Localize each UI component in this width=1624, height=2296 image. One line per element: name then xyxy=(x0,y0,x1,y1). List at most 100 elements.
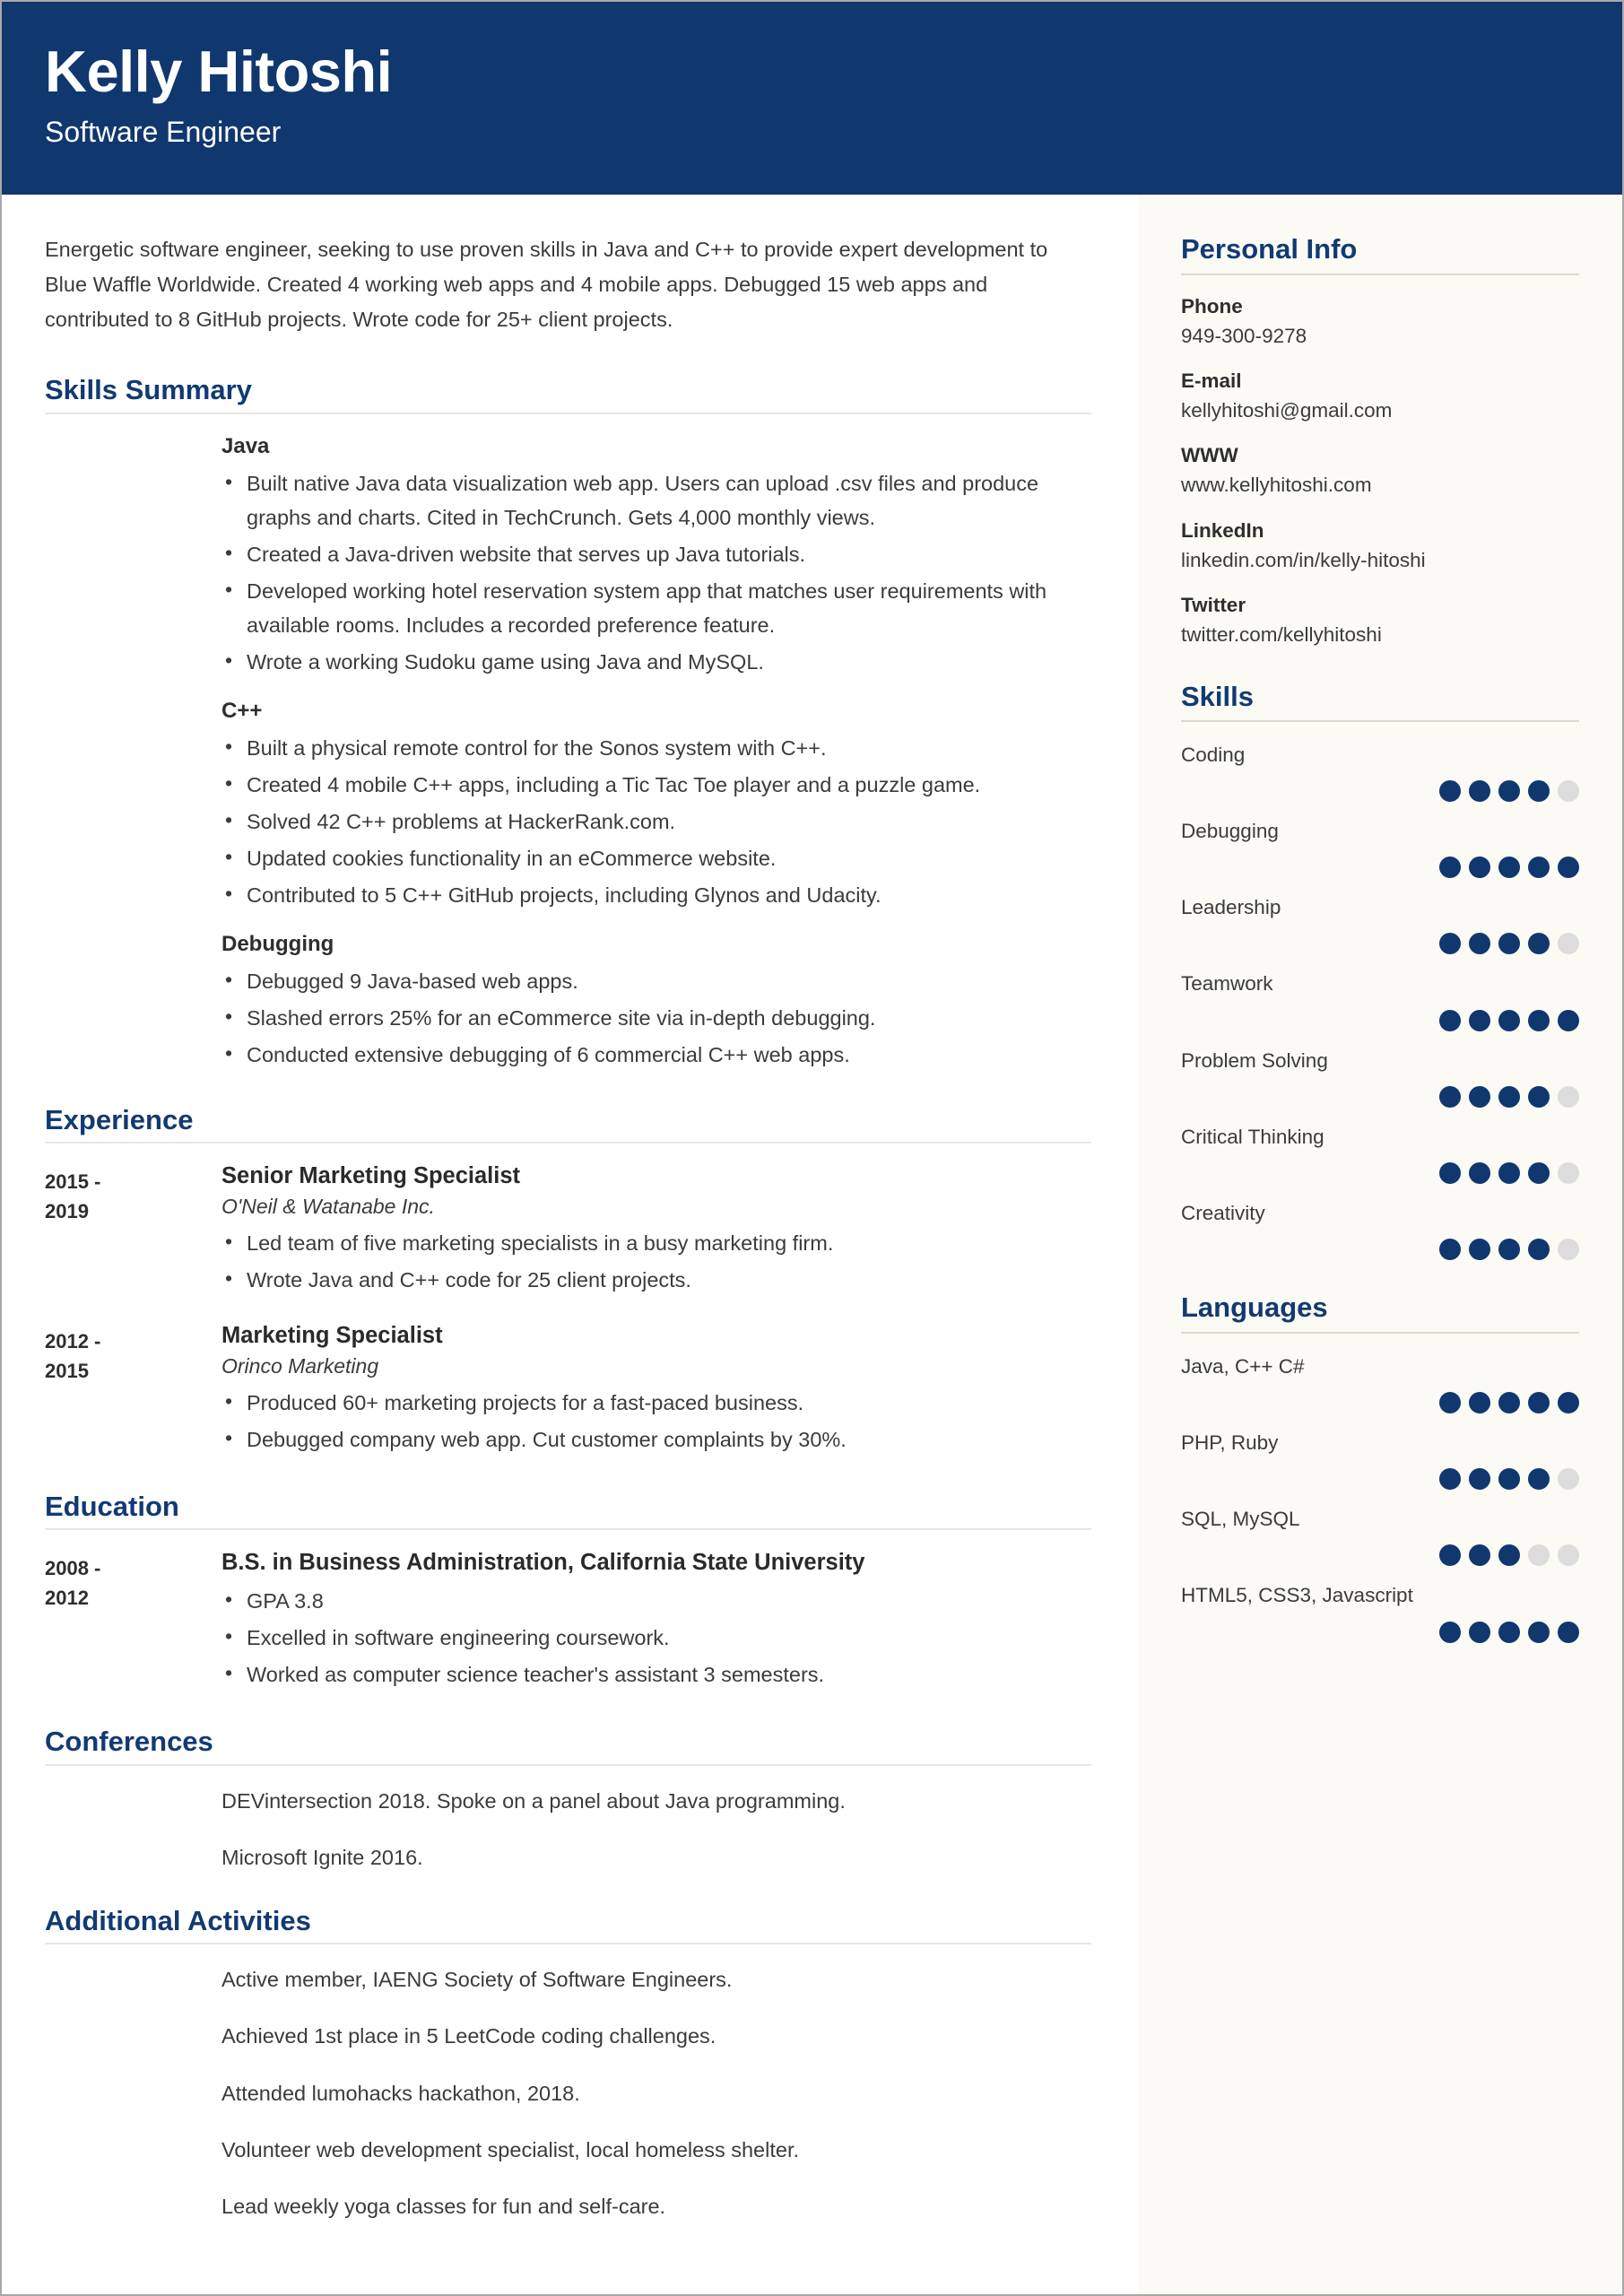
bullet-item: Created a Java-driven website that serve… xyxy=(221,536,1091,571)
skill-rating-row: Leadership xyxy=(1181,894,1579,955)
personal-info-label: E-mail xyxy=(1181,370,1242,392)
rating-dot-filled xyxy=(1469,1621,1490,1643)
rating-dot-filled xyxy=(1439,1468,1461,1491)
rating-dot-filled xyxy=(1439,1085,1461,1108)
rating-dot-empty xyxy=(1558,1085,1579,1108)
rating-dot-filled xyxy=(1558,857,1579,879)
main-column: Energetic software engineer, seeking to … xyxy=(2,195,1138,2294)
rating-dot-filled xyxy=(1469,1544,1490,1567)
rating-dot-filled xyxy=(1469,1391,1490,1413)
rating-dot-filled xyxy=(1498,1085,1520,1108)
skill-group-name: Java xyxy=(221,433,270,458)
rating-dot-filled xyxy=(1439,1009,1461,1031)
entry-body: Senior Marketing Specialist O'Neil & Wata… xyxy=(221,1163,1091,1300)
sidebar: Personal Info Phone 949-300-9278 E-mail kel… xyxy=(1138,195,1622,2294)
rating-dot-empty xyxy=(1558,933,1579,955)
rating-dot-filled xyxy=(1528,857,1550,879)
bullet-item: Excelled in software engineering coursew… xyxy=(221,1620,1091,1655)
skill-group: C++ Built a physical remote control for t… xyxy=(45,699,1091,912)
activity-item: Attended lumohacks hackathon, 2018. xyxy=(221,2081,580,2105)
rating-dot-filled xyxy=(1498,1162,1520,1185)
bullet-item: Developed working hotel reservation syst… xyxy=(221,573,1091,642)
rating-dot-filled xyxy=(1558,1621,1579,1643)
rating-dot-empty xyxy=(1558,779,1579,802)
rating-dot-filled xyxy=(1439,857,1461,879)
section-skills-summary: Skills Summary Java Built native Java dat… xyxy=(45,373,1091,1072)
sidebar-section-divider xyxy=(1181,719,1579,722)
personal-info-value: 949-300-9278 xyxy=(1181,324,1307,347)
entry-company: O'Neil & Watanabe Inc. xyxy=(221,1194,435,1218)
rating-dot-filled xyxy=(1439,1391,1461,1413)
rating-dot-filled xyxy=(1498,857,1520,879)
rating-label: HTML5, CSS3, Javascript xyxy=(1181,1584,1413,1607)
candidate-name: Kelly Hitoshi xyxy=(45,39,393,104)
skill-group-name: C++ xyxy=(221,699,263,723)
section-divider xyxy=(45,1141,1091,1144)
skill-rating-row: Debugging xyxy=(1181,818,1579,879)
personal-info-label: LinkedIn xyxy=(1181,518,1264,542)
section-title: Additional Activities xyxy=(45,1905,311,1936)
rating-dot-empty xyxy=(1558,1544,1579,1567)
rating-dot-filled xyxy=(1528,1239,1550,1261)
rating-dot-filled xyxy=(1439,1239,1461,1261)
language-rating-row: HTML5, CSS3, Javascript xyxy=(1181,1582,1579,1643)
rating-label: Critical Thinking xyxy=(1181,1125,1324,1148)
rating-dots xyxy=(1181,1391,1579,1413)
rating-dot-filled xyxy=(1469,1085,1490,1108)
rating-dots xyxy=(1181,857,1579,879)
rating-dot-filled xyxy=(1528,933,1550,955)
rating-label: SQL, MySQL xyxy=(1181,1508,1300,1531)
bullet-item: Updated cookies functionality in an eCom… xyxy=(221,840,1091,875)
bullet-item: Built a physical remote control for the … xyxy=(221,730,1091,765)
rating-label: Creativity xyxy=(1181,1202,1265,1225)
bullet-item: Solved 42 C++ problems at HackerRank.com… xyxy=(221,804,1091,839)
rating-dot-empty xyxy=(1528,1544,1550,1567)
sidebar-section-title: Skills xyxy=(1181,680,1254,712)
rating-dot-filled xyxy=(1498,1391,1520,1413)
personal-info-label: Twitter xyxy=(1181,594,1246,617)
rating-label: Teamwork xyxy=(1181,972,1273,996)
resume-body: Energetic software engineer, seeking to … xyxy=(2,195,1622,2294)
rating-dot-filled xyxy=(1558,1391,1579,1413)
entry-dates: 2008 -2012 xyxy=(45,1557,101,1610)
rating-dot-filled xyxy=(1528,1468,1550,1491)
bullet-item: Wrote a working Sudoku game using Java a… xyxy=(221,644,1091,679)
activity-item: Lead weekly yoga classes for fun and sel… xyxy=(221,2195,666,2219)
personal-info-item: Phone 949-300-9278 xyxy=(1181,295,1579,350)
section-title: Experience xyxy=(45,1103,194,1135)
conference-line-list: DEVintersection 2018. Spoke on a panel a… xyxy=(45,1786,1091,1874)
entry-dates: 2012 -2015 xyxy=(45,1329,101,1382)
resume-page: Kelly Hitoshi Software Engineer Energeti… xyxy=(0,0,1624,2296)
activity-item: Active member, IAENG Society of Software… xyxy=(221,1968,733,1992)
rating-dot-empty xyxy=(1558,1468,1579,1491)
section-divider xyxy=(45,412,1091,414)
rating-dot-filled xyxy=(1469,857,1490,879)
rating-dot-filled xyxy=(1469,1239,1490,1261)
rating-dot-filled xyxy=(1439,1544,1461,1567)
skill-rating-row: Critical Thinking xyxy=(1181,1124,1579,1185)
bullet-item: Created 4 mobile C++ apps, including a T… xyxy=(221,767,1091,802)
language-rating-row: SQL, MySQL xyxy=(1181,1506,1579,1567)
candidate-job-title: Software Engineer xyxy=(45,116,282,149)
rating-dot-filled xyxy=(1528,1162,1550,1185)
rating-label: PHP, Ruby xyxy=(1181,1431,1279,1454)
sidebar-section-title: Languages xyxy=(1181,1292,1328,1324)
sidebar-section-divider xyxy=(1181,273,1579,275)
skill-rating-row: Teamwork xyxy=(1181,970,1579,1031)
rating-dot-filled xyxy=(1439,933,1461,955)
rating-dots xyxy=(1181,1162,1579,1185)
bullet-item: Contributed to 5 C++ GitHub projects, in… xyxy=(221,877,1091,912)
education-entry: 2008 -2012 B.S. in Business Administratio… xyxy=(45,1550,1091,1694)
bullet-item: Debugged company web app. Cut customer c… xyxy=(221,1422,1091,1457)
rating-dot-filled xyxy=(1558,1009,1579,1031)
rating-dot-empty xyxy=(1558,1239,1579,1261)
section-divider xyxy=(45,1528,1091,1531)
skill-group-bullets: Built native Java data visualization web… xyxy=(221,465,1091,679)
personal-info-value: www.kellyhitoshi.com xyxy=(1181,474,1372,497)
rating-dots xyxy=(1181,1085,1579,1108)
bullet-item: Wrote Java and C++ code for 25 client pr… xyxy=(221,1262,1091,1297)
rating-dot-filled xyxy=(1469,1162,1490,1185)
activity-item: Volunteer web development specialist, lo… xyxy=(221,2137,800,2161)
rating-dots xyxy=(1181,1544,1579,1567)
rating-label: Leadership xyxy=(1181,896,1281,919)
